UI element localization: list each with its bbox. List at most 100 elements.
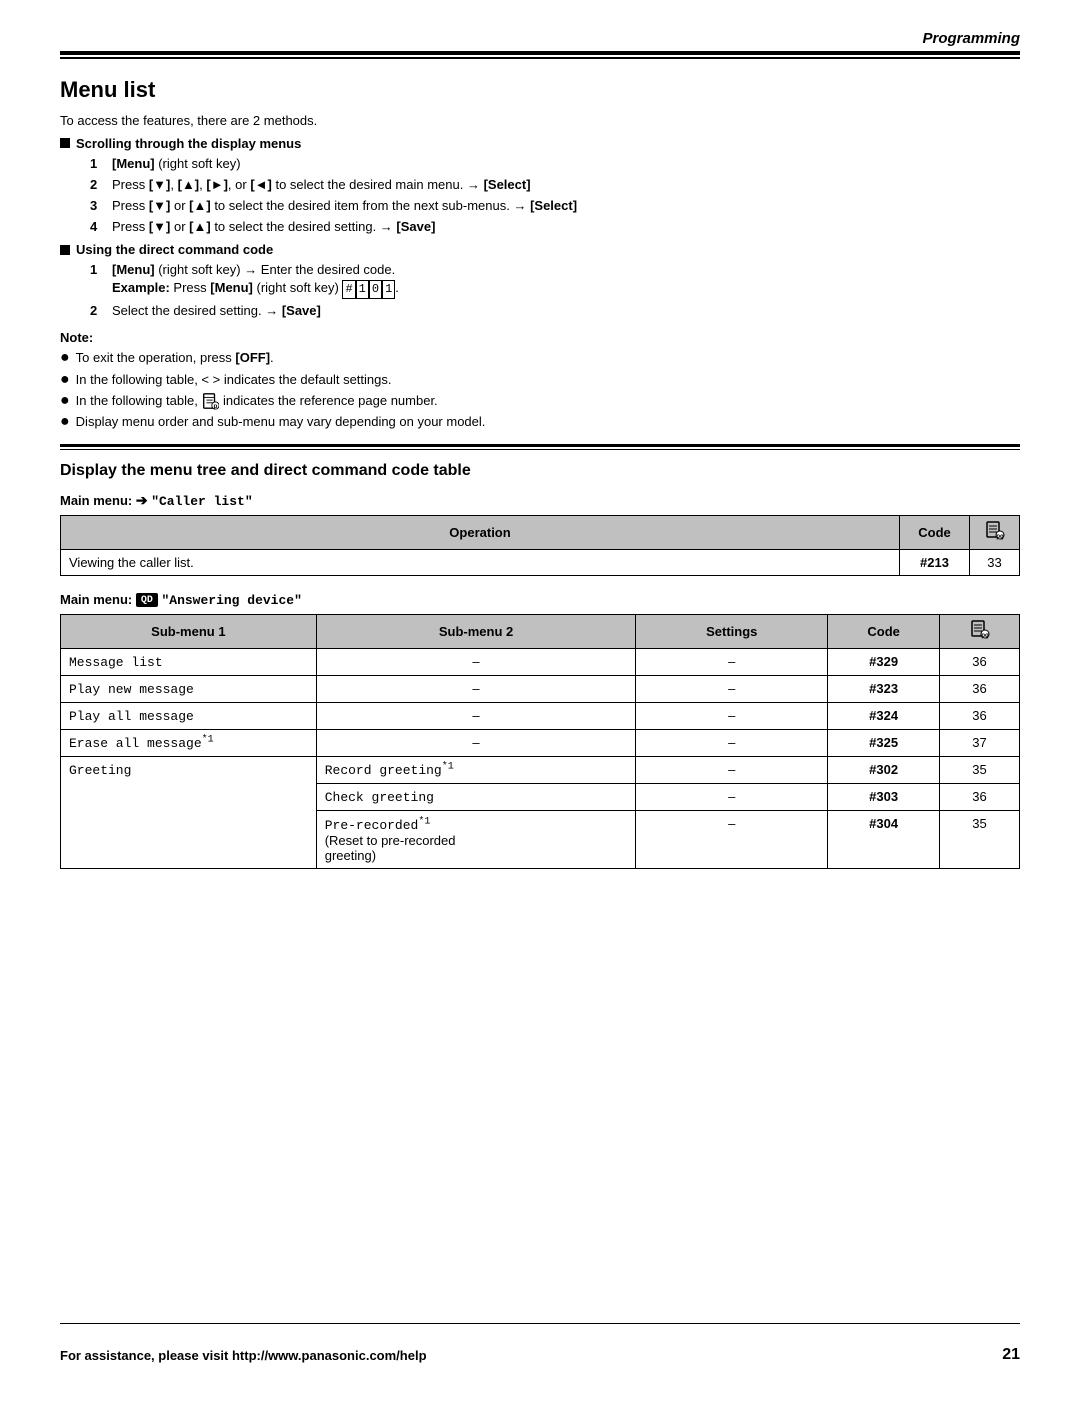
menu-tree-title: Display the menu tree and direct command… [60,462,1020,480]
section-header: Programming [0,0,1080,51]
method2-step1: 1 [Menu] (right soft key) → Enter the de… [90,261,1020,299]
table2-header-row: Sub-menu 1 Sub-menu 2 Settings Code [61,614,1020,648]
td-code: #213 [900,549,970,575]
td-sub2: – [316,675,636,702]
td-sub2: Check greeting [316,784,636,811]
th-ref: pg [970,515,1020,549]
page: Programming Menu list To access the feat… [0,0,1080,1404]
caller-list-table-section: Main menu: ➔ "Caller list" Operation Cod… [60,492,1020,576]
footer-rule [60,1323,1020,1324]
note-item-2: ● In the following table, < > indicates … [60,371,1020,389]
method2-section: Using the direct command code 1 [Menu] (… [60,242,1020,320]
td-sub2: Pre-recorded*1(Reset to pre-recordedgree… [316,811,636,868]
td-code: #302 [828,756,940,783]
td-code: #304 [828,811,940,868]
footer-assistance-text: For assistance, please visit http://www.… [60,1348,427,1363]
td-settings: – [636,756,828,783]
answering-device-label: Main menu: QD "Answering device" [60,592,1020,608]
td-ref: 36 [940,648,1020,675]
table-row: Message list – – #329 36 [61,648,1020,675]
caller-arrow-icon: ➔ [136,492,148,508]
intro-text: To access the features, there are 2 meth… [60,113,1020,128]
td-sub1-greeting: Greeting [61,756,317,868]
note-item-4: ● Display menu order and sub-menu may va… [60,413,1020,431]
td-code: #324 [828,702,940,729]
svg-text:p: p [214,404,218,411]
header-rule-thick [60,51,1020,55]
method1-title: Scrolling through the display menus [76,136,301,151]
note-title: Note: [60,330,1020,345]
td-settings: – [636,811,828,868]
td-sub1: Play all message [61,702,317,729]
table-row: Viewing the caller list. #213 33 [61,549,1020,575]
table-row: Play new message – – #323 36 [61,675,1020,702]
ref-icon-th2: pg [970,620,990,640]
th-code: Code [900,515,970,549]
td-code: #323 [828,675,940,702]
td-code: #303 [828,784,940,811]
ref-icon-th: pg [985,521,1005,541]
page-number: 21 [1002,1346,1020,1364]
note-item-3: ● In the following table, p indicates th… [60,392,1020,411]
method1-step1: 1 [Menu] (right soft key) [90,155,1020,173]
caller-list-table: Operation Code pg [60,515,1020,576]
section-divider-thin [60,449,1020,450]
td-settings: – [636,675,828,702]
table-row: Play all message – – #324 36 [61,702,1020,729]
td-ref: 36 [940,675,1020,702]
th-settings: Settings [636,614,828,648]
svg-text:pg: pg [981,633,989,639]
method2-header: Using the direct command code [60,242,1020,257]
td-ref: 37 [940,729,1020,756]
footer: For assistance, please visit http://www.… [60,1346,1020,1364]
td-ref: 36 [940,784,1020,811]
method1-step3: 3 Press [▼] or [▲] to select the desired… [90,197,1020,215]
td-settings: – [636,729,828,756]
th-submenu2: Sub-menu 2 [316,614,636,648]
method2-title: Using the direct command code [76,242,273,257]
section-divider-thick [60,444,1020,447]
note-item-1: ● To exit the operation, press [OFF]. [60,349,1020,367]
td-ref: 33 [970,549,1020,575]
note-section: Note: ● To exit the operation, press [OF… [60,330,1020,431]
method1-section: Scrolling through the display menus 1 [M… [60,136,1020,237]
bullet-icon [60,138,70,148]
programming-title: Programming [922,30,1020,47]
menu-list-title: Menu list [60,77,1020,103]
td-code: #329 [828,648,940,675]
td-code: #325 [828,729,940,756]
td-sub2: – [316,729,636,756]
method1-step4: 4 Press [▼] or [▲] to select the desired… [90,218,1020,236]
td-sub1: Message list [61,648,317,675]
td-ref: 36 [940,702,1020,729]
ref-page-icon: p [201,392,219,410]
main-content: Menu list To access the features, there … [0,59,1080,905]
answering-icon: QD [136,593,158,607]
th-submenu1: Sub-menu 1 [61,614,317,648]
td-operation: Viewing the caller list. [61,549,900,575]
td-sub2: – [316,648,636,675]
th-code2: Code [828,614,940,648]
method1-steps: 1 [Menu] (right soft key) 2 Press [▼], [… [90,155,1020,237]
answering-device-table: Sub-menu 1 Sub-menu 2 Settings Code [60,614,1020,869]
method1-header: Scrolling through the display menus [60,136,1020,151]
td-sub1: Erase all message*1 [61,729,317,756]
bullet-icon-2 [60,245,70,255]
method2-step2: 2 Select the desired setting. → [Save] [90,302,1020,320]
svg-text:pg: pg [996,534,1004,540]
table-header-row: Operation Code pg [61,515,1020,549]
method2-steps: 1 [Menu] (right soft key) → Enter the de… [90,261,1020,320]
method1-step2: 2 Press [▼], [▲], [►], or [◄] to select … [90,176,1020,194]
td-sub2: Record greeting*1 [316,756,636,783]
td-sub2: – [316,702,636,729]
td-ref: 35 [940,756,1020,783]
td-settings: – [636,648,828,675]
th-ref2: pg [940,614,1020,648]
td-settings: – [636,702,828,729]
td-sub1: Play new message [61,675,317,702]
td-ref: 35 [940,811,1020,868]
answering-device-table-section: Main menu: QD "Answering device" Sub-men… [60,592,1020,869]
caller-list-label: Main menu: ➔ "Caller list" [60,492,1020,509]
td-settings: – [636,784,828,811]
table-row: Erase all message*1 – – #325 37 [61,729,1020,756]
